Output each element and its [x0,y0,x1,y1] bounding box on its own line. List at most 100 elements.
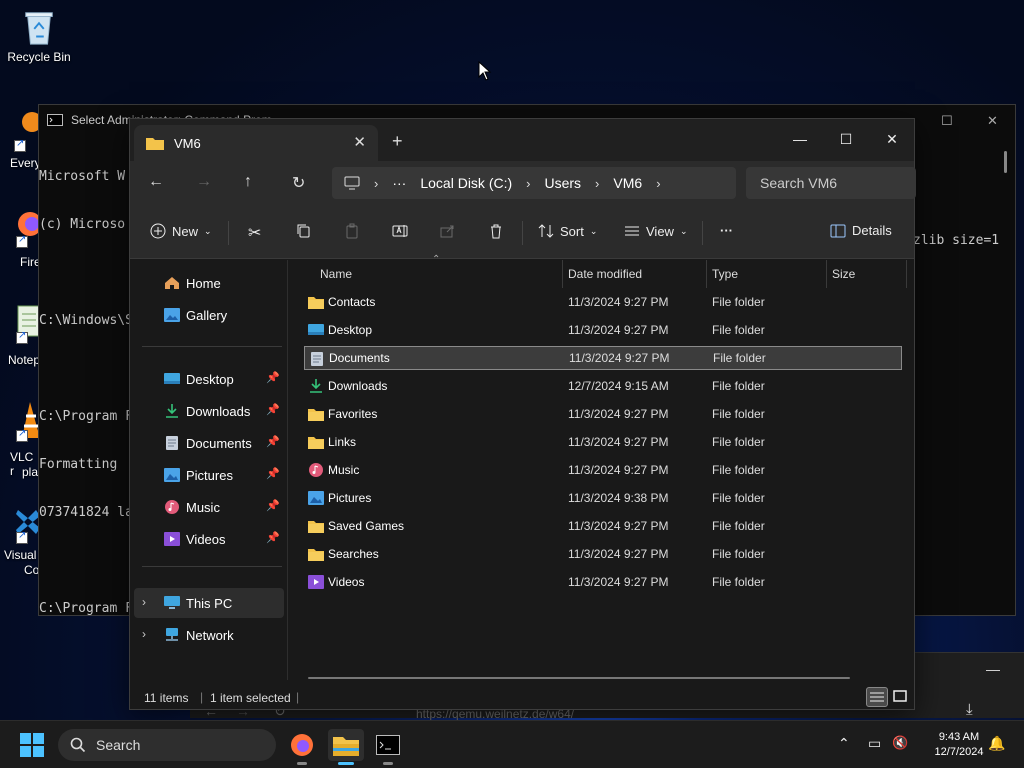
back-button[interactable]: ← [148,173,164,191]
more-options-button[interactable]: ··· [720,223,733,238]
nav-item-home[interactable]: Home [134,268,284,298]
desktop-icon-recycle-bin[interactable]: Recycle Bin [0,8,78,64]
column-header-name[interactable]: Name [320,260,352,288]
file-row[interactable]: Documents 11/3/2024 9:27 PM File folder [304,346,902,370]
chevron-right-icon[interactable]: › [142,595,146,609]
maximize-button[interactable]: ☐ [826,125,866,153]
chevron-right-icon[interactable]: › [656,176,660,191]
start-button[interactable] [20,733,44,757]
new-tab-button[interactable]: + [392,131,403,152]
column-divider[interactable] [562,260,563,288]
column-divider[interactable] [906,260,907,288]
refresh-button[interactable]: ↻ [292,173,305,193]
column-header-date[interactable]: Date modified [568,260,642,288]
file-row[interactable]: Searches 11/3/2024 9:27 PM File folder [304,542,902,566]
taskbar-terminal[interactable] [370,729,406,765]
column-header-type[interactable]: Type [712,260,738,288]
pin-icon[interactable]: 📌 [266,499,280,512]
desktop-icon-notepad[interactable] [14,304,41,344]
chevron-right-icon[interactable]: › [526,176,530,191]
column-header-size[interactable]: Size [832,260,855,288]
breadcrumb-vm6[interactable]: VM6 [613,175,642,191]
search-input[interactable]: Search VM6 [746,167,916,199]
cmd-maximize-icon[interactable]: ☐ [941,113,953,129]
nav-item-music[interactable]: Music 📌 [134,492,284,522]
address-overflow[interactable]: ··· [392,175,406,191]
minimize-button[interactable]: — [780,125,820,153]
taskbar-firefox[interactable] [284,729,320,765]
nav-item-this-pc[interactable]: › This PC [134,588,284,618]
chevron-right-icon[interactable]: › [142,627,146,641]
system-clock[interactable]: 9:43 AM 12/7/2024 [920,730,998,760]
file-row[interactable]: Desktop 11/3/2024 9:27 PM File folder [304,318,902,342]
desktop-icon-firefox[interactable] [14,210,42,250]
details-button[interactable]: Details [830,223,892,238]
breadcrumb-local-disk[interactable]: Local Disk (C:) [420,175,512,191]
nav-item-downloads[interactable]: Downloads 📌 [134,396,284,426]
close-window-button[interactable]: ✕ [872,125,912,153]
column-divider[interactable] [826,260,827,288]
cmd-scrollbar[interactable] [1004,151,1007,173]
more-options-icon: ··· [720,223,733,238]
nav-item-videos[interactable]: Videos 📌 [134,524,284,554]
nav-item-desktop[interactable]: Desktop 📌 [134,364,284,394]
pin-icon[interactable]: 📌 [266,531,280,544]
desktop-icon-vlc[interactable] [14,398,40,444]
copy-icon [297,224,310,238]
paste-button[interactable] [344,223,360,239]
tab-vm6[interactable]: VM6 ✕ [134,125,378,161]
volume-muted-icon[interactable]: 🔇 [892,735,908,751]
file-row[interactable]: Downloads 12/7/2024 9:15 AM File folder [304,374,902,398]
column-divider[interactable] [706,260,707,288]
network-status-icon[interactable]: ▭ [868,735,881,752]
pin-icon[interactable]: 📌 [266,371,280,384]
pin-icon[interactable]: 📌 [266,467,280,480]
browser-minimize-icon[interactable]: — [986,661,1000,677]
nav-item-documents[interactable]: Documents 📌 [134,428,284,458]
file-explorer-icon [333,737,359,756]
new-button[interactable]: New ⌄ [150,223,212,239]
nav-item-network[interactable]: › Network [134,620,284,650]
up-button[interactable]: ↑ [244,173,252,191]
delete-button[interactable] [488,223,504,239]
folder-icon [146,138,164,150]
close-tab-icon[interactable]: ✕ [353,133,366,151]
notifications-bell-icon[interactable]: 🔔 [988,735,1005,752]
sort-button[interactable]: Sort ⌄ [538,223,597,239]
details-view-button[interactable] [866,687,888,707]
chevron-right-icon[interactable]: › [374,176,378,191]
view-button[interactable]: View ⌄ [624,223,688,239]
pin-icon[interactable]: 📌 [266,435,280,448]
view-list-icon [625,226,639,236]
show-hidden-icons-chevron-icon[interactable]: ⌃ [838,735,850,752]
cmd-close-icon[interactable]: ✕ [987,113,998,129]
copy-button[interactable] [296,223,312,239]
pin-icon[interactable]: 📌 [266,403,280,416]
taskbar-search[interactable]: Search [58,729,276,761]
chevron-right-icon[interactable]: › [595,176,599,191]
file-row[interactable]: Music 11/3/2024 9:27 PM File folder [304,458,902,482]
desktop-icon-vscode[interactable] [14,504,40,548]
rename-button[interactable] [392,223,408,239]
file-row[interactable]: Contacts 11/3/2024 9:27 PM File folder [304,290,902,314]
nav-item-gallery[interactable]: Gallery [134,300,284,330]
status-bar: 11 items | 1 item selected | [130,685,914,711]
browser-download-icon[interactable]: ⤓ [966,701,973,718]
nav-item-pictures[interactable]: Pictures 📌 [134,460,284,490]
file-row[interactable]: Favorites 11/3/2024 9:27 PM File folder [304,402,902,426]
file-explorer-window[interactable]: VM6 ✕ + — ☐ ✕ ← → ↑ ↻ › ··· Local Disk (… [129,118,916,711]
forward-button[interactable]: → [196,173,212,191]
file-row[interactable]: Videos 11/3/2024 9:27 PM File folder [304,570,902,594]
cut-button[interactable]: ✂ [248,223,261,243]
share-button[interactable] [440,223,456,239]
tiles-view-button[interactable] [890,687,912,707]
cmd-app-icon [47,114,63,126]
horizontal-scrollbar[interactable] [308,677,850,679]
file-row[interactable]: Saved Games 11/3/2024 9:27 PM File folder [304,514,902,538]
breadcrumb-users[interactable]: Users [544,175,581,191]
taskbar-file-explorer[interactable] [328,729,364,765]
file-row[interactable]: Links 11/3/2024 9:27 PM File folder [304,430,902,454]
address-bar[interactable]: › ··· Local Disk (C:) › Users › VM6 › [332,167,736,199]
file-row[interactable]: Pictures 11/3/2024 9:38 PM File folder [304,486,902,510]
file-date-modified: 11/3/2024 9:38 PM [568,491,669,505]
